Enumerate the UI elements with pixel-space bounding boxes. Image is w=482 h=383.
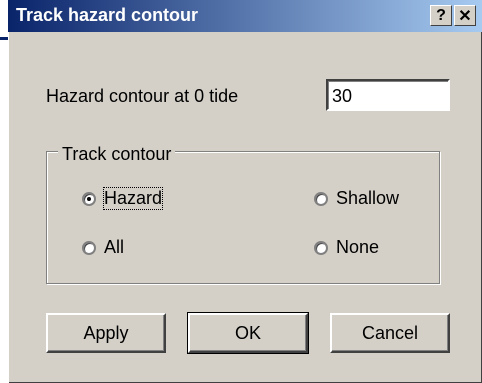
- track-contour-group: [46, 151, 440, 284]
- close-icon: ✕: [458, 7, 472, 25]
- ok-button[interactable]: OK: [187, 312, 309, 354]
- radio-hazard-label[interactable]: Hazard: [102, 187, 164, 210]
- radio-hazard-icon[interactable]: [82, 191, 96, 206]
- hazard-contour-input[interactable]: 30: [326, 79, 450, 111]
- help-button[interactable]: ?: [430, 5, 452, 26]
- close-button[interactable]: ✕: [454, 5, 476, 26]
- radio-shallow[interactable]: Shallow: [314, 188, 399, 209]
- radio-shallow-icon[interactable]: [314, 191, 328, 206]
- title-bar[interactable]: Track hazard contour ? ✕: [8, 0, 482, 32]
- radio-all-label[interactable]: All: [104, 237, 124, 258]
- radio-none-icon[interactable]: [314, 240, 328, 255]
- track-contour-legend: Track contour: [58, 144, 176, 165]
- radio-hazard[interactable]: Hazard: [82, 187, 164, 210]
- radio-shallow-label[interactable]: Shallow: [336, 188, 399, 209]
- apply-button[interactable]: Apply: [46, 313, 166, 353]
- window-title: Track hazard contour: [16, 5, 199, 25]
- radio-all[interactable]: All: [82, 237, 124, 258]
- radio-none-label[interactable]: None: [336, 237, 379, 258]
- radio-none[interactable]: None: [314, 237, 379, 258]
- track-hazard-dialog: Track hazard contour ? ✕ Hazard contour …: [8, 0, 482, 383]
- hazard-contour-label: Hazard contour at 0 tide: [46, 86, 239, 106]
- background-strip: [0, 0, 8, 383]
- cancel-button[interactable]: Cancel: [330, 313, 450, 353]
- help-icon: ?: [436, 6, 446, 24]
- radio-all-icon[interactable]: [82, 240, 96, 255]
